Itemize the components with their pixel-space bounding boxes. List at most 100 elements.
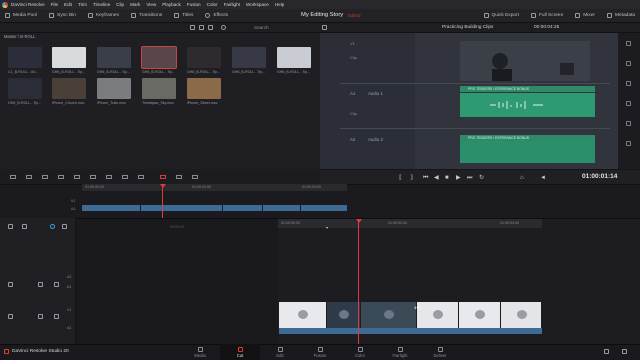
menu-playback[interactable]: Playback — [162, 2, 181, 7]
transitions-button[interactable]: Transitions — [130, 13, 162, 18]
media-clip[interactable]: Timelapse_Sky.mov — [142, 78, 176, 108]
menu-color[interactable]: Color — [207, 2, 218, 7]
edit-page-button[interactable]: Edit — [260, 344, 300, 360]
video-clip[interactable] — [327, 302, 361, 328]
append-icon[interactable] — [74, 175, 80, 179]
metadata-button[interactable]: Metadata — [606, 13, 635, 18]
view-options-icon[interactable] — [62, 224, 67, 229]
audio-scrub-icon[interactable]: ⌂ — [520, 175, 524, 181]
close-up-icon[interactable] — [106, 175, 112, 179]
menu-fairlight[interactable]: Fairlight — [224, 2, 240, 7]
track-mode-icon[interactable] — [54, 314, 59, 319]
media-page-button[interactable]: Media — [180, 344, 220, 360]
full-screen-button[interactable]: Full Screen — [530, 13, 563, 18]
ruler-marker-icon[interactable]: ▾ — [326, 225, 328, 230]
play-icon[interactable]: ▶ — [456, 175, 461, 181]
detail-playhead[interactable] — [358, 221, 359, 344]
loop-icon[interactable]: ↻ — [479, 175, 484, 181]
grid-view-icon[interactable] — [190, 25, 195, 30]
quick-export-button[interactable]: Quick Export — [483, 13, 519, 18]
track-mode-icon[interactable] — [54, 282, 59, 287]
link-icon[interactable] — [22, 224, 27, 229]
play-reverse-icon[interactable]: ◀ — [434, 175, 439, 181]
overview-ruler[interactable]: 01:00:00:00 01:00:02:00 01:00:04:00 — [82, 184, 347, 191]
menu-edit[interactable]: Edit — [64, 2, 72, 7]
menu-workspace[interactable]: Workspace — [246, 2, 269, 7]
playhead-tool-icon[interactable] — [160, 175, 166, 179]
overview-clip-strip[interactable] — [82, 205, 347, 211]
fairlight-page-button[interactable]: Fairlight — [380, 344, 420, 360]
keyframes-button[interactable]: Keyframes — [87, 13, 119, 18]
effects-button[interactable]: Effects — [205, 13, 228, 18]
go-to-end-icon[interactable]: ⏭ — [467, 175, 472, 181]
audio-mute-icon[interactable] — [38, 282, 43, 287]
overview-playhead-head[interactable] — [160, 184, 166, 188]
zoom-tool-icon[interactable] — [176, 175, 182, 179]
timeline-settings-icon[interactable] — [10, 175, 16, 179]
media-clip[interactable]: GH6_B-ROLL - Tip... — [187, 47, 221, 77]
media-clip[interactable]: iPhone_Street.mov — [187, 78, 221, 108]
menu-fusion[interactable]: Fusion — [187, 2, 201, 7]
media-pool-button[interactable]: Media Pool — [5, 13, 37, 18]
sort-icon[interactable] — [208, 25, 213, 30]
media-clip[interactable]: iPhone_Church.mov — [52, 78, 86, 108]
media-clip[interactable]: GH6_B-ROLL - Tip... — [52, 47, 86, 77]
audio-clip-a1[interactable] — [279, 328, 542, 334]
fusion-page-button[interactable]: Fusion — [300, 344, 340, 360]
video-clip[interactable] — [501, 302, 542, 328]
cut-page-button[interactable]: Cut — [220, 344, 260, 360]
project-manager-icon[interactable] — [604, 349, 609, 354]
media-clip[interactable]: GH6_B-ROLL - Tip... — [8, 78, 42, 108]
go-to-start-icon[interactable]: ⏮ — [423, 175, 428, 181]
video-clip[interactable] — [459, 302, 501, 328]
settings-icon[interactable] — [626, 41, 631, 46]
search-field[interactable]: Search — [254, 25, 269, 30]
track-options-icon[interactable] — [8, 224, 13, 229]
video-clip[interactable] — [361, 302, 417, 328]
sync-bin-button[interactable]: Sync Bin — [49, 13, 76, 18]
speed-icon[interactable] — [626, 101, 631, 106]
breadcrumb[interactable]: Master / B-ROLL — [4, 34, 35, 39]
mixer-button[interactable]: Mixer — [575, 13, 595, 18]
volume-icon[interactable]: ◄ — [540, 175, 546, 181]
media-clip[interactable]: GH6_B-ROLL - Spo... — [97, 47, 131, 77]
media-clip[interactable]: C1_B-ROLL - Gri... — [8, 47, 42, 77]
overview-playhead[interactable] — [162, 186, 163, 218]
media-clip[interactable]: GH6_B-ROLL - Tip... — [277, 47, 311, 77]
sequence-selector[interactable]: Practicing Building Clips — [442, 25, 493, 30]
audio-mute-icon[interactable] — [38, 314, 43, 319]
lock-track-icon[interactable] — [8, 314, 13, 319]
cut-tool-icon[interactable] — [26, 175, 32, 179]
menu-view[interactable]: View — [146, 2, 156, 7]
smart-insert-icon[interactable] — [58, 175, 64, 179]
menu-trim[interactable]: Trim — [78, 2, 87, 7]
video-clip[interactable] — [279, 302, 327, 328]
place-on-top-icon[interactable] — [122, 175, 128, 179]
menu-timeline[interactable]: Timeline — [93, 2, 110, 7]
viewer-mode-icon[interactable] — [322, 25, 327, 30]
menu-file[interactable]: File — [51, 2, 58, 7]
mark-in-icon[interactable]: ⟦ — [399, 175, 402, 181]
timeline-viewer[interactable]: V1 Clip A1 Audio 1 Clip A2 Audio 2 PRE-T… — [320, 33, 618, 169]
lock-track-icon[interactable] — [8, 282, 13, 287]
crop-icon[interactable] — [626, 61, 631, 66]
media-clip[interactable]: GH6_B-ROLL - Tip... — [141, 46, 177, 77]
settings-gear-icon[interactable] — [622, 349, 627, 354]
video-clip[interactable] — [417, 302, 459, 328]
detail-ruler[interactable]: 01:00:00:00 01:00:02:00 01:00:03:00 — [278, 219, 542, 228]
color-icon[interactable] — [626, 141, 631, 146]
ripple-overwrite-icon[interactable] — [90, 175, 96, 179]
titles-button[interactable]: Titles — [174, 13, 193, 18]
menu-mark[interactable]: Mark — [130, 2, 140, 7]
media-clip[interactable]: iPhone_Train.mov — [97, 78, 131, 108]
color-page-button[interactable]: Color — [340, 344, 380, 360]
list-view-icon[interactable] — [199, 25, 204, 30]
flag-icon[interactable] — [192, 175, 198, 179]
trim-tool-icon[interactable] — [42, 175, 48, 179]
menu-help[interactable]: Help — [275, 2, 284, 7]
audio-icon[interactable] — [626, 121, 631, 126]
deliver-page-button[interactable]: Deliver — [420, 344, 460, 360]
transform-icon[interactable] — [626, 81, 631, 86]
search-icon[interactable] — [221, 25, 226, 30]
snap-icon[interactable] — [50, 224, 55, 229]
